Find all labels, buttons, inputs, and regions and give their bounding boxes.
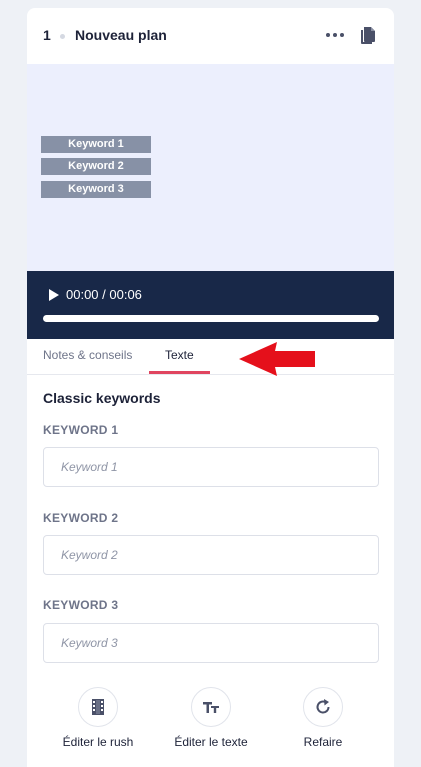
film-icon bbox=[92, 699, 104, 715]
separator-dot bbox=[60, 34, 65, 39]
video-player: 00:00 / 00:06 bbox=[27, 271, 394, 339]
edit-rush-label: Éditer le rush bbox=[62, 735, 134, 749]
redo-button[interactable]: Refaire bbox=[273, 687, 373, 749]
keyword-3-input[interactable] bbox=[43, 623, 379, 663]
more-options-icon[interactable] bbox=[326, 33, 344, 39]
tab-texte[interactable]: Texte bbox=[165, 348, 194, 362]
redo-label: Refaire bbox=[303, 735, 343, 749]
progress-bar[interactable] bbox=[43, 315, 379, 322]
edit-text-button[interactable]: Éditer le texte bbox=[161, 687, 261, 749]
keyword-1-input[interactable] bbox=[43, 447, 379, 487]
duplicate-icon[interactable] bbox=[359, 26, 377, 46]
keyword-2-input[interactable] bbox=[43, 535, 379, 575]
play-icon[interactable] bbox=[49, 289, 59, 301]
edit-text-circle bbox=[191, 687, 231, 727]
red-arrow-icon bbox=[239, 342, 315, 376]
tab-bar: Notes & conseils Texte bbox=[27, 339, 394, 375]
keyword-3-label: KEYWORD 3 bbox=[43, 598, 119, 612]
edit-rush-circle bbox=[78, 687, 118, 727]
plan-card: 1 Nouveau plan Keyword 1 Keyword 2 Keywo… bbox=[27, 8, 394, 767]
card-header: 1 Nouveau plan bbox=[27, 8, 394, 64]
keyword-2-label: KEYWORD 2 bbox=[43, 511, 119, 525]
section-title: Classic keywords bbox=[43, 390, 161, 406]
playback-time: 00:00 / 00:06 bbox=[66, 287, 142, 302]
redo-circle bbox=[303, 687, 343, 727]
keyword-1-label: KEYWORD 1 bbox=[43, 423, 119, 437]
preview-keyword-3: Keyword 3 bbox=[41, 181, 151, 198]
plan-title: Nouveau plan bbox=[75, 27, 167, 43]
preview-keyword-1: Keyword 1 bbox=[41, 136, 151, 153]
text-size-icon bbox=[203, 702, 219, 713]
active-tab-indicator bbox=[149, 371, 210, 374]
edit-rush-button[interactable]: Éditer le rush bbox=[48, 687, 148, 749]
preview-keyword-2: Keyword 2 bbox=[41, 158, 151, 175]
edit-text-label: Éditer le texte bbox=[174, 735, 248, 749]
redo-icon bbox=[316, 699, 330, 714]
tab-notes[interactable]: Notes & conseils bbox=[43, 348, 132, 362]
video-preview: Keyword 1 Keyword 2 Keyword 3 bbox=[27, 64, 394, 271]
plan-number: 1 bbox=[43, 27, 51, 43]
